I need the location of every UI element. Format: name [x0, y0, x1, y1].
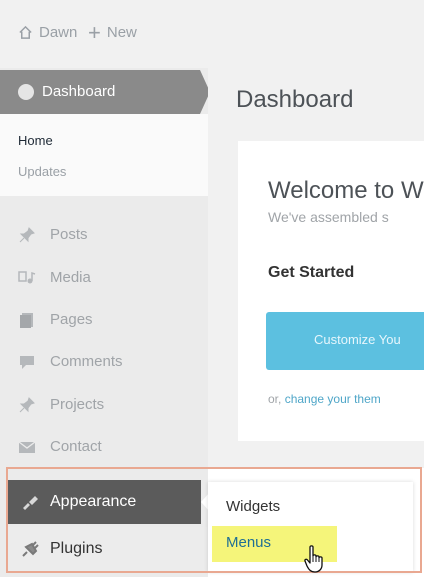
new-content-link[interactable]: + New: [88, 20, 137, 45]
submenu-item-updates[interactable]: Updates: [18, 164, 66, 179]
wp-admin-screen: Dawn + New Dashboard Home Updates Posts …: [0, 0, 424, 577]
change-theme-link[interactable]: change your them: [285, 392, 381, 406]
sidebar-item-label: Posts: [50, 226, 88, 243]
dashboard-submenu: [0, 114, 208, 196]
site-name-link[interactable]: Dawn: [18, 24, 77, 41]
site-name-label: Dawn: [39, 24, 78, 41]
sidebar-item-label: Pages: [50, 311, 93, 328]
mail-icon: [18, 441, 36, 453]
admin-top-bar: Dawn + New: [0, 0, 424, 68]
customize-button-label: Customize You: [314, 332, 401, 347]
welcome-heading: Welcome to W: [268, 177, 424, 204]
home-icon: [19, 25, 32, 39]
dashboard-icon: [18, 84, 34, 100]
sidebar-item-contact[interactable]: Contact: [0, 428, 208, 468]
hand-cursor-icon: [304, 545, 323, 573]
sidebar-item-comments[interactable]: Comments: [0, 343, 208, 383]
media-icon: [18, 271, 36, 284]
pin-icon: [19, 227, 35, 243]
sidebar-item-media[interactable]: Media: [0, 259, 208, 299]
sidebar-item-label: Projects: [50, 396, 105, 413]
change-theme-line: or, change your them: [268, 392, 381, 406]
get-started-heading: Get Started: [268, 264, 355, 281]
welcome-description: We've assembled s: [268, 209, 389, 225]
page-title: Dashboard: [236, 86, 354, 113]
plus-icon: +: [88, 20, 101, 45]
callout-highlight-box: [6, 467, 422, 573]
submenu-item-home[interactable]: Home: [18, 133, 53, 148]
sidebar-item-label: Media: [50, 269, 91, 286]
sidebar-item-projects[interactable]: Projects: [0, 386, 208, 426]
sidebar-item-dashboard[interactable]: Dashboard: [0, 70, 200, 114]
comments-icon: [20, 356, 34, 369]
pages-icon: [20, 313, 33, 328]
sidebar-item-label: Contact: [50, 438, 102, 455]
sidebar-item-label: Comments: [50, 353, 123, 370]
sidebar-item-pages[interactable]: Pages: [0, 301, 208, 341]
new-label: New: [106, 24, 137, 41]
customize-site-button[interactable]: Customize You: [266, 312, 424, 370]
or-text: or,: [268, 392, 285, 406]
pin-icon: [19, 397, 35, 413]
sidebar-item-posts[interactable]: Posts: [0, 216, 208, 256]
sidebar-item-label: Dashboard: [42, 83, 116, 100]
